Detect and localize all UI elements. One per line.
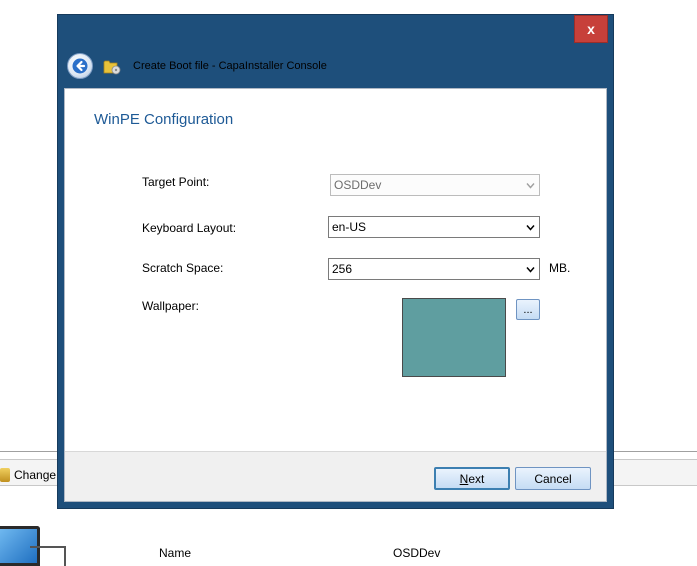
- chevron-down-icon: [526, 267, 535, 273]
- next-label: Next: [459, 471, 485, 486]
- close-icon: x: [587, 21, 595, 37]
- details-name-value: OSDDev: [393, 546, 441, 560]
- keyboard-layout-dropdown[interactable]: en-US: [328, 216, 540, 238]
- close-button[interactable]: x: [574, 15, 608, 43]
- scratch-space-dropdown[interactable]: 256: [328, 258, 540, 280]
- back-arrow-icon: [72, 58, 88, 74]
- dialog-titlebar: Create Boot file - CapaInstaller Console: [67, 52, 327, 80]
- scratch-space-label: Scratch Space:: [142, 261, 224, 275]
- scratch-space-value: 256: [332, 262, 353, 276]
- pencil-icon: [0, 468, 10, 482]
- chevron-down-icon: [526, 183, 535, 189]
- back-button[interactable]: [67, 53, 93, 79]
- keyboard-layout-label: Keyboard Layout:: [142, 221, 237, 235]
- keyboard-layout-value: en-US: [332, 220, 367, 234]
- target-point-label: Target Point:: [142, 175, 210, 189]
- next-button[interactable]: Next: [434, 467, 510, 490]
- wallpaper-browse-button[interactable]: ...: [516, 299, 540, 320]
- target-point-dropdown[interactable]: OSDDev: [330, 174, 540, 196]
- chevron-down-icon: [526, 225, 535, 231]
- change-label: Change: [14, 468, 57, 482]
- details-name-label: Name: [159, 546, 192, 560]
- wallpaper-label: Wallpaper:: [142, 299, 199, 313]
- folder-cd-icon: [103, 57, 121, 75]
- dialog-content-area: [64, 88, 607, 502]
- dialog-title: Create Boot file - CapaInstaller Console: [133, 60, 327, 72]
- change-toolbar-button[interactable]: Change: [0, 466, 56, 484]
- page-title: WinPE Configuration: [94, 111, 234, 128]
- cancel-button[interactable]: Cancel: [515, 467, 591, 490]
- scratch-space-unit: MB.: [549, 261, 571, 275]
- cancel-label: Cancel: [534, 471, 572, 486]
- browse-ellipsis: ...: [523, 303, 533, 316]
- wallpaper-color-preview: [402, 298, 506, 377]
- computer-icon: [0, 520, 66, 566]
- target-point-value: OSDDev: [334, 178, 382, 192]
